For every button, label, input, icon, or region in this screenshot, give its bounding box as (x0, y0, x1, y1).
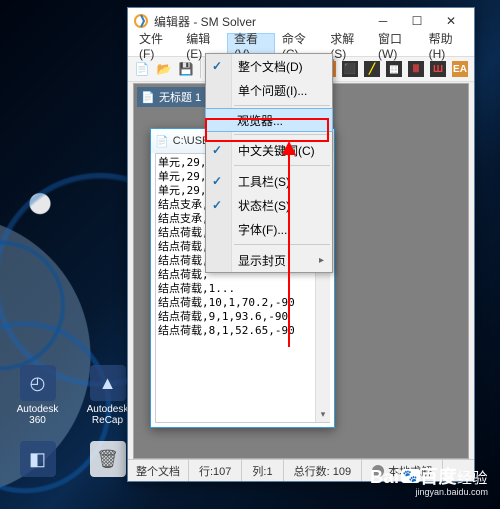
scroll-down-button[interactable]: ▾ (316, 407, 330, 422)
status-mode: 本地求解 (362, 460, 443, 481)
dd-font[interactable]: 字体(F)... (206, 217, 332, 241)
toolbar-separator (200, 60, 201, 78)
dd-label: 观览器... (237, 112, 283, 129)
dd-chinese-kw[interactable]: ✓ 中文关键词(C) (206, 138, 332, 162)
document-tab-label: 无标题 1 (159, 89, 201, 105)
dropdown-separator (234, 134, 330, 135)
autodesk360-icon: ◴ (20, 365, 56, 401)
desktop-icon-unknown[interactable]: ◧ (10, 441, 65, 491)
dd-label: 显示封页 (238, 252, 286, 269)
app-icon (134, 14, 148, 28)
generic-app-icon: ◧ (20, 441, 56, 477)
app-title: 编辑器 - SM Solver (154, 13, 256, 30)
check-icon: ✓ (212, 198, 222, 212)
tool-sq7[interactable]: EA (450, 59, 470, 79)
save-button[interactable]: 💾 (176, 59, 196, 79)
document-tab[interactable]: 无标题 1 (137, 87, 209, 107)
tool-sq2[interactable]: ⬛ (340, 59, 360, 79)
dd-show-cover[interactable]: 显示封页 ▸ (206, 248, 332, 272)
view-dropdown: ✓ 整个文档(D) 单个问题(I)... 观览器... ✓ 中文关键词(C) ✓ 工具… (205, 53, 333, 273)
recycle-bin-icon: 🗑 (90, 441, 126, 477)
tool-sq5[interactable]: Ⅲ (406, 59, 426, 79)
menu-file[interactable]: 文件(F) (132, 34, 179, 56)
dd-whole-doc[interactable]: ✓ 整个文档(D) (206, 54, 332, 78)
dd-label: 单个问题(I)... (238, 82, 307, 99)
status-col: 列:1 (242, 460, 283, 481)
status-mode-label: 本地求解 (388, 463, 432, 479)
dd-toolbar[interactable]: ✓ 工具栏(S) (206, 169, 332, 193)
dd-label: 字体(F)... (238, 221, 287, 238)
dd-label: 中文关键词(C) (238, 142, 315, 159)
submenu-arrow-icon: ▸ (319, 255, 324, 266)
status-row: 行:107 (189, 460, 242, 481)
new-button[interactable]: 📄 (132, 59, 152, 79)
dd-label: 工具栏(S) (238, 173, 290, 190)
dd-label: 整个文档(D) (238, 58, 303, 75)
desktop-icon-label (36, 480, 39, 491)
dd-single-question[interactable]: 单个问题(I)... (206, 78, 332, 102)
dd-statusbar[interactable]: ✓ 状态栏(S) (206, 193, 332, 217)
check-icon: ✓ (212, 174, 222, 188)
desktop-icon-label (106, 480, 109, 491)
desktop-icon-autodesk360[interactable]: ◴ Autodesk 360 (10, 365, 65, 426)
dropdown-separator (234, 105, 330, 106)
menu-window[interactable]: 窗口(W) (371, 34, 422, 56)
status-total: 总行数: 109 (284, 460, 362, 481)
dd-viewer[interactable]: 观览器... (205, 108, 333, 132)
status-scope: 整个文档 (128, 460, 189, 481)
statusbar: 整个文档 行:107 列:1 总行数: 109 本地求解 (128, 459, 474, 481)
document-icon: 📄 (155, 135, 169, 148)
dropdown-separator (234, 165, 330, 166)
menu-help[interactable]: 帮助(H) (422, 34, 470, 56)
status-indicator-icon (372, 465, 384, 477)
check-icon: ✓ (212, 59, 222, 73)
check-icon: ✓ (212, 143, 222, 157)
open-button[interactable]: 📂 (154, 59, 174, 79)
desktop-icon-label: Autodesk 360 (10, 404, 65, 426)
dropdown-separator (234, 244, 330, 245)
tool-sq4[interactable]: ▦ (384, 59, 404, 79)
dd-label: 状态栏(S) (238, 197, 290, 214)
tool-sq6[interactable]: Ш (428, 59, 448, 79)
tool-sq3[interactable]: ╱ (362, 59, 382, 79)
autodesk-recap-icon: ▲ (90, 365, 126, 401)
desktop-icons: ◴ Autodesk 360 ▲ Autodesk ReCap ◧ 🗑 (10, 365, 135, 491)
